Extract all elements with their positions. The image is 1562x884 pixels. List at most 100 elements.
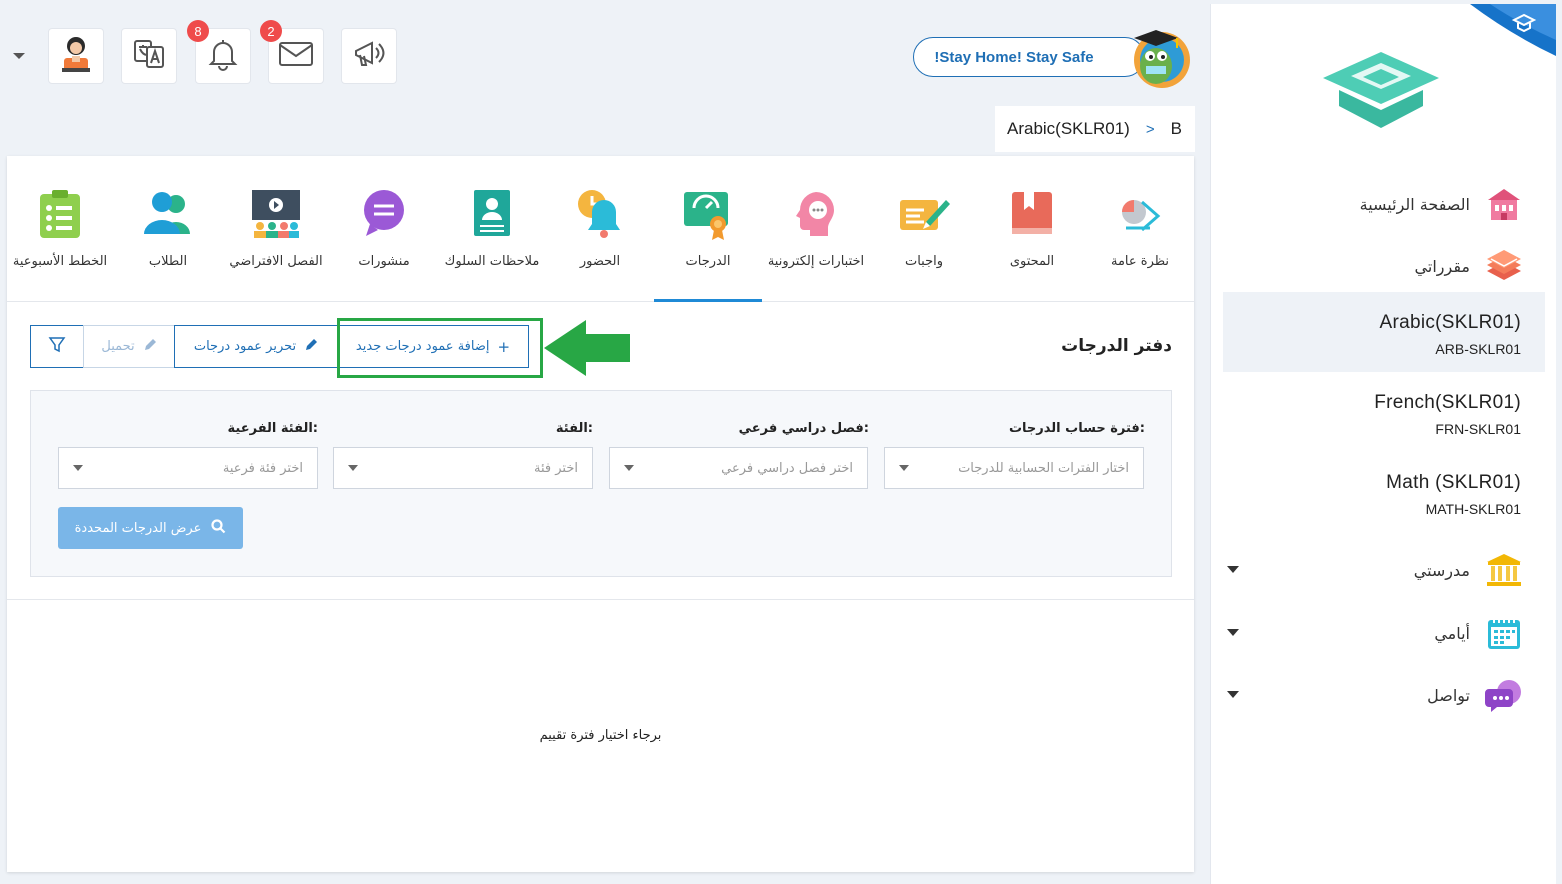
bell-icon	[207, 37, 239, 75]
nav-courses-label: مقرراتي	[1414, 256, 1470, 276]
corner-ribbon	[1470, 4, 1556, 56]
upload-button[interactable]: تحميل	[83, 325, 175, 368]
show-grades-label: عرض الدرجات المحددة	[74, 520, 202, 536]
course-item-math[interactable]: Math (SKLR01) MATH-SKLR01	[1223, 452, 1545, 532]
tab-content[interactable]: المحتوى	[978, 156, 1086, 302]
nav-days[interactable]: أيامي	[1434, 613, 1524, 653]
main-card: نظرة عامة المحتوى واجبات اختبارات إلكترو…	[7, 156, 1194, 872]
breadcrumb-separator: >	[1145, 120, 1155, 138]
megaphone-icon	[352, 37, 386, 75]
chevron-down-icon	[73, 465, 83, 471]
tab-behavior-notes[interactable]: ملاحظات السلوك	[438, 156, 546, 302]
subterm-placeholder: اختر فصل دراسي فرعي	[721, 460, 853, 476]
category-select[interactable]: اختر فئة	[333, 447, 593, 489]
teacher-avatar-icon	[58, 34, 94, 78]
weekly-plans-icon	[32, 186, 88, 242]
breadcrumb: Arabic(SKLR01) > B	[995, 106, 1195, 152]
chevron-down-icon	[899, 465, 909, 471]
period-placeholder: اختار الفترات الحسابية للدرجات	[958, 460, 1129, 476]
subcategory-placeholder: اختر فئة فرعية	[222, 460, 303, 476]
course-item-french[interactable]: French(SKLR01) FRN-SKLR01	[1223, 372, 1545, 452]
period-select[interactable]: اختار الفترات الحسابية للدرجات	[884, 447, 1144, 489]
nav-school-label: مدرستي	[1413, 560, 1470, 580]
tab-label: الخطط الأسبوعية	[12, 254, 108, 269]
school-building-icon	[1484, 550, 1524, 590]
search-icon	[211, 518, 226, 538]
filter-button[interactable]	[30, 325, 84, 368]
grades-icon	[680, 186, 736, 242]
chat-icon	[1484, 675, 1524, 715]
nav-home[interactable]: الصفحة الرئيسية	[1360, 184, 1524, 224]
translate-icon	[132, 37, 166, 75]
course-item-arabic[interactable]: Arabic(SKLR01) ARB-SKLR01	[1223, 292, 1545, 372]
chevron-down-icon	[348, 465, 358, 471]
tab-students[interactable]: الطلاب	[114, 156, 222, 302]
envelope-icon	[278, 40, 314, 72]
tab-label: ملاحظات السلوك	[444, 254, 540, 269]
school-expand-caret[interactable]	[1227, 566, 1239, 573]
subcategory-select[interactable]: اختر فئة فرعية	[58, 447, 318, 489]
announcements-button[interactable]	[341, 28, 397, 84]
nav-courses[interactable]: مقرراتي	[1415, 246, 1524, 286]
highlight-box	[337, 318, 543, 378]
subterm-label: فصل دراسي فرعي:	[738, 421, 869, 436]
days-expand-caret[interactable]	[1227, 629, 1239, 636]
course-code: ARB-SKLR01	[1435, 341, 1521, 357]
course-name: French(SKLR01)	[1374, 392, 1521, 413]
overview-icon	[1112, 186, 1168, 242]
tab-weekly-plans[interactable]: الخطط الأسبوعية	[6, 156, 114, 302]
behavior-icon	[464, 186, 520, 242]
language-button[interactable]	[121, 28, 177, 84]
edit-grade-column-button[interactable]: تحرير عمود درجات	[174, 325, 338, 368]
stay-home-banner[interactable]: !Stay Home! Stay Safe	[913, 37, 1145, 77]
divider	[7, 599, 1194, 600]
gradebook-title: دفتر الدرجات	[1061, 336, 1172, 356]
empty-state-message: برجاء اختيار فترة تقييم	[7, 728, 1194, 743]
quizzes-icon	[788, 186, 844, 242]
sidebar: الصفحة الرئيسية مقرراتي Arabic(SKLR01) A…	[1210, 4, 1556, 884]
tab-assignments[interactable]: واجبات	[870, 156, 978, 302]
messages-badge: 2	[260, 20, 282, 42]
nav-communication[interactable]: تواصل	[1427, 675, 1524, 715]
mascot-icon	[1120, 22, 1192, 94]
course-tabs: نظرة عامة المحتوى واجبات اختبارات إلكترو…	[7, 156, 1194, 302]
category-placeholder: اختر فئة	[534, 460, 578, 476]
attendance-icon	[572, 186, 628, 242]
tab-attendance[interactable]: الحضور	[546, 156, 654, 302]
tab-label: الدرجات	[685, 254, 731, 269]
subterm-select[interactable]: اختر فصل دراسي فرعي	[609, 447, 868, 489]
tab-label: واجبات	[904, 254, 944, 269]
assignments-icon	[896, 186, 952, 242]
profile-button[interactable]	[48, 28, 104, 84]
pencil-icon	[304, 338, 318, 356]
home-icon	[1484, 184, 1524, 224]
nav-communication-label: تواصل	[1427, 685, 1470, 705]
green-arrow-icon	[542, 318, 632, 378]
pencil-icon	[143, 338, 157, 356]
user-menu-caret[interactable]	[13, 53, 25, 59]
category-label: الفئة:	[555, 421, 593, 436]
tab-grades[interactable]: الدرجات	[654, 156, 762, 302]
tab-virtual-class[interactable]: الفصل الافتراضي	[222, 156, 330, 302]
messages-button[interactable]: 2	[260, 20, 324, 84]
communication-expand-caret[interactable]	[1227, 691, 1239, 698]
content-icon	[1004, 186, 1060, 242]
nav-home-label: الصفحة الرئيسية	[1359, 194, 1470, 214]
posts-icon	[356, 186, 412, 242]
nav-school[interactable]: مدرستي	[1414, 550, 1524, 590]
breadcrumb-course[interactable]: Arabic(SKLR01)	[1007, 119, 1130, 139]
course-code: FRN-SKLR01	[1435, 421, 1521, 437]
period-label: فترة حساب الدرجات:	[1008, 421, 1145, 436]
books-icon	[1484, 246, 1524, 286]
virtual-class-icon	[248, 186, 304, 242]
tab-posts[interactable]: منشورات	[330, 156, 438, 302]
calendar-icon	[1484, 613, 1524, 653]
show-grades-button[interactable]: عرض الدرجات المحددة	[58, 507, 243, 549]
tab-label: الفصل الافتراضي	[229, 254, 323, 269]
tab-quizzes[interactable]: اختبارات إلكترونية	[762, 156, 870, 302]
upload-label: تحميل	[101, 339, 135, 354]
notifications-button[interactable]: 8	[187, 20, 251, 84]
tab-overview[interactable]: نظرة عامة	[1086, 156, 1194, 302]
chevron-down-icon	[624, 465, 634, 471]
nav-days-label: أيامي	[1434, 623, 1470, 643]
